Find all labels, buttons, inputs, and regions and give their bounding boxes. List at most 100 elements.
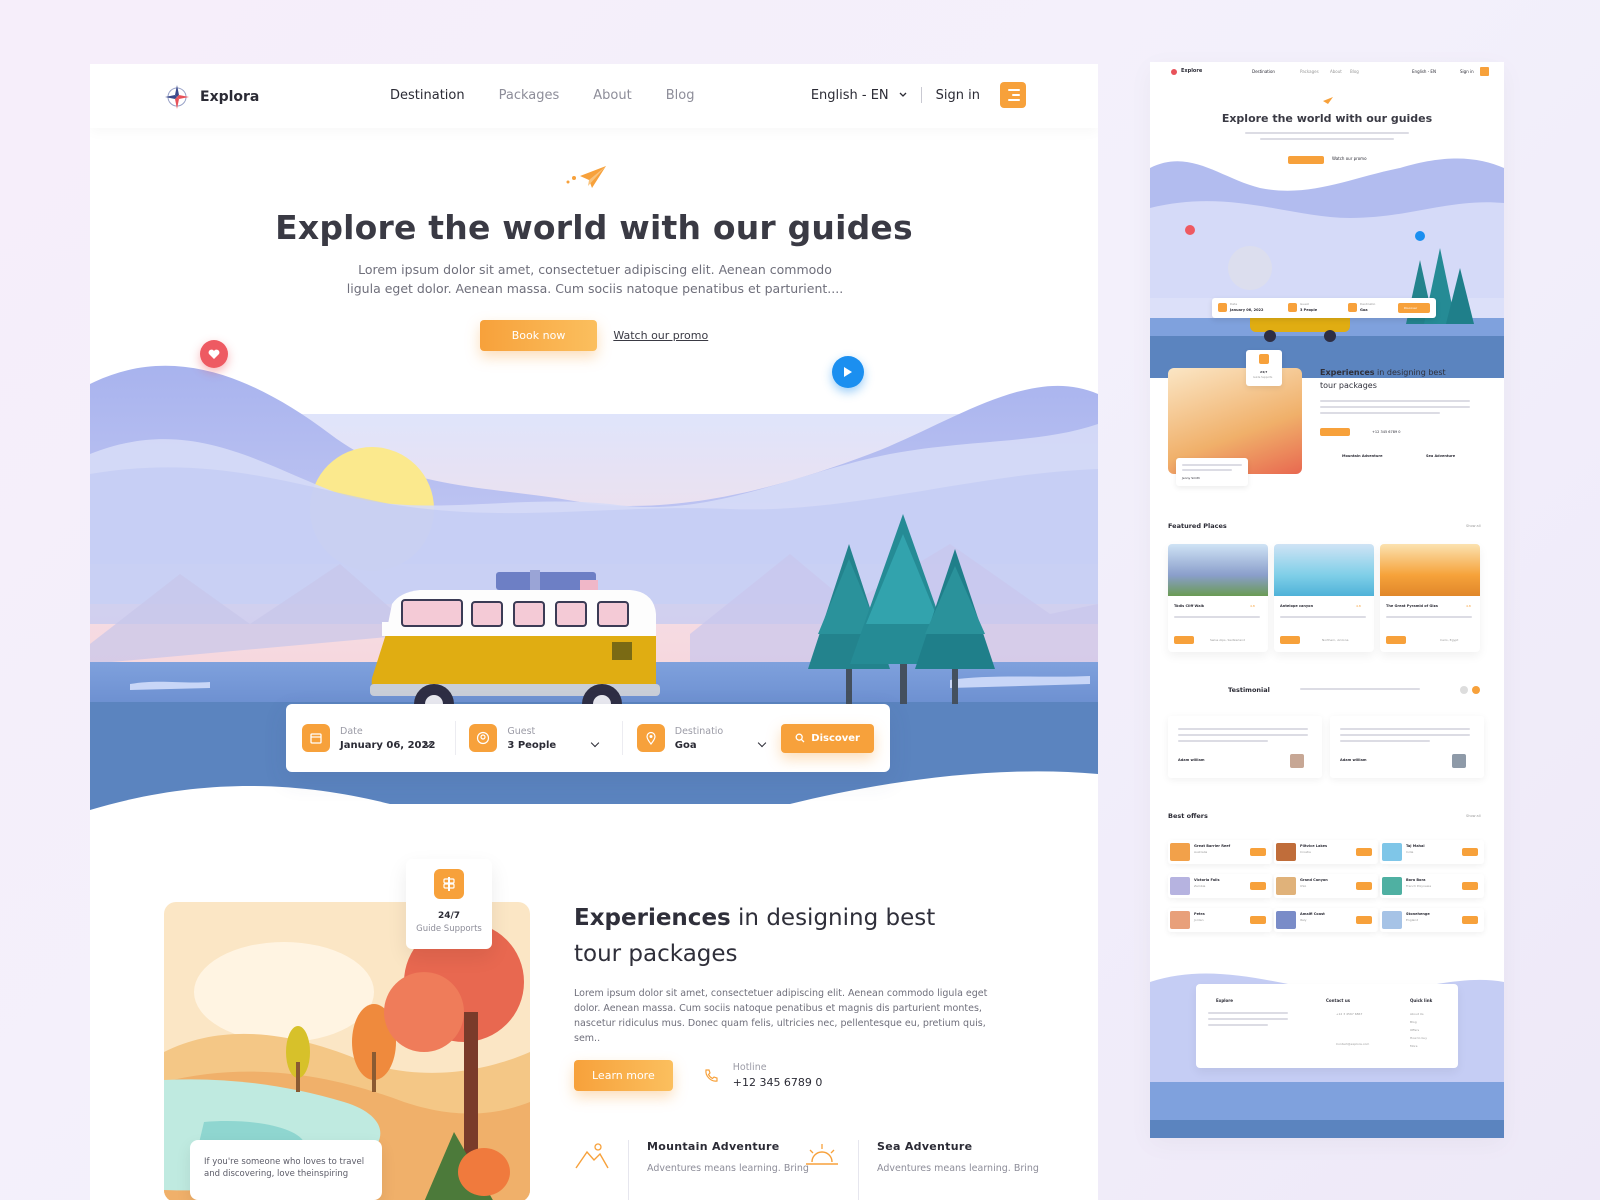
hamburger-menu-button[interactable] xyxy=(1000,82,1026,108)
full-page-preview: Explore Destination Packages About Blog … xyxy=(1150,62,1504,1138)
preview-featured-show-all[interactable]: Show all xyxy=(1466,524,1481,528)
preview-signin[interactable]: Sign in xyxy=(1460,69,1474,74)
preview-text-line xyxy=(1340,728,1470,730)
prev-arrow-button[interactable] xyxy=(1460,686,1468,694)
offer-details-button[interactable] xyxy=(1356,848,1372,856)
quote-card: If you're someone who loves to travel an… xyxy=(190,1140,382,1200)
nav-blog[interactable]: Blog xyxy=(666,88,695,103)
offer-details-button[interactable] xyxy=(1462,916,1478,924)
place-card[interactable]: Tödis Cliff Walk 4.8 Swiss Alps, Switzer… xyxy=(1168,544,1268,652)
offer-name: Taj Mahal xyxy=(1406,844,1425,848)
offer-item[interactable]: Stonehenge England xyxy=(1380,908,1484,932)
signin-link[interactable]: Sign in xyxy=(936,88,980,103)
quote-text: If you're someone who loves to travel an… xyxy=(204,1157,365,1179)
mountain-icon xyxy=(575,1143,609,1169)
offer-item[interactable]: Great Barrier Reef Australia xyxy=(1168,840,1272,864)
sea-text: Sea Adventure Adventures means learning.… xyxy=(877,1140,1039,1200)
preview-nav-destination[interactable]: Destination xyxy=(1252,69,1275,74)
preview-exp-bold: Experiences xyxy=(1320,368,1375,377)
footer-link[interactable]: Blog xyxy=(1410,1020,1417,1024)
hotline[interactable]: Hotline +12 345 6789 0 xyxy=(703,1062,822,1089)
preview-nav-about[interactable]: About xyxy=(1330,69,1342,74)
preview-offers-show-all[interactable]: Show all xyxy=(1466,814,1481,818)
footer-link[interactable]: About Us xyxy=(1410,1012,1424,1016)
top-nav: Explora Destination Packages About Blog … xyxy=(90,64,1098,128)
guide-support-card: 24/7 Guide Supports xyxy=(406,859,492,949)
brand-logo[interactable]: Explora xyxy=(164,84,259,110)
footer-link[interactable]: How to buy xyxy=(1410,1036,1427,1040)
offer-details-button[interactable] xyxy=(1250,848,1266,856)
menu-line xyxy=(1008,89,1020,91)
next-arrow-button[interactable] xyxy=(1472,686,1480,694)
play-glyph xyxy=(844,367,852,377)
preview-guest-value[interactable]: 3 People xyxy=(1300,308,1317,312)
preview-menu-button[interactable] xyxy=(1480,67,1489,76)
preview-lang[interactable]: English - EN xyxy=(1412,69,1436,74)
destination-text: Destinatio Goa xyxy=(675,726,724,751)
preview-text-line xyxy=(1340,734,1470,736)
place-image xyxy=(1168,544,1268,596)
offer-item[interactable]: Plitvice Lakes Croatia xyxy=(1274,840,1378,864)
preview-guide-label: Guide Supports xyxy=(1253,376,1273,379)
nav-about[interactable]: About xyxy=(593,88,631,103)
learn-more-button[interactable]: Learn more xyxy=(574,1060,673,1091)
offer-item[interactable]: Taj Mahal India xyxy=(1380,840,1484,864)
place-card[interactable]: The Great Pyramid of Giza 4.8 Cairo, Egy… xyxy=(1380,544,1480,652)
adv-divider xyxy=(628,1140,629,1200)
footer-email[interactable]: Contact@explora.com xyxy=(1336,1042,1369,1046)
offer-location: French Polynesia xyxy=(1406,884,1432,888)
signpost-icon xyxy=(1259,354,1269,364)
footer-link[interactable]: More xyxy=(1410,1044,1417,1048)
preview-text-line xyxy=(1178,734,1308,736)
offer-item[interactable]: Bora Bora French Polynesia xyxy=(1380,874,1484,898)
nav-packages[interactable]: Packages xyxy=(499,88,560,103)
place-card[interactable]: Antelope canyon 4.8 Northern, Arizona xyxy=(1274,544,1374,652)
offer-item[interactable]: Amalfi Coast Italy xyxy=(1274,908,1378,932)
offer-details-button[interactable] xyxy=(1250,882,1266,890)
nav-destination[interactable]: Destination xyxy=(390,88,465,103)
place-rating: 4.8 xyxy=(1466,604,1471,608)
discover-button[interactable]: Discover xyxy=(781,723,874,753)
offer-details-button[interactable] xyxy=(1462,848,1478,856)
paper-plane-icon xyxy=(1323,97,1333,104)
language-select[interactable]: English - EN xyxy=(811,88,907,103)
destination-field[interactable]: Destinatio Goa xyxy=(636,724,776,752)
preview-discover-button[interactable]: Discover xyxy=(1398,303,1430,313)
book-now-button[interactable]: Book now xyxy=(479,320,598,351)
preview-nav-packages[interactable]: Packages xyxy=(1300,69,1319,74)
date-value: January 06, 2022 xyxy=(340,739,436,751)
preview-text-line xyxy=(1340,740,1430,742)
preview-guest-label: Guest xyxy=(1300,302,1309,306)
date-field[interactable]: Date January 06, 2022 xyxy=(302,724,441,752)
preview-text-line xyxy=(1300,688,1420,690)
offer-item[interactable]: Grand Canyon USA xyxy=(1274,874,1378,898)
offer-details-button[interactable] xyxy=(1462,882,1478,890)
offer-item[interactable]: Petra Jordan xyxy=(1168,908,1272,932)
preview-discover-label: Discover xyxy=(1404,306,1418,310)
preview-destination-label: Destinatio xyxy=(1360,302,1376,306)
heart-icon[interactable] xyxy=(200,340,228,368)
preview-sea: Sea Adventure xyxy=(1426,454,1456,458)
preview-date-value[interactable]: January 06, 2022 xyxy=(1230,308,1263,312)
offer-item[interactable]: Victoria Falls Zambia xyxy=(1168,874,1272,898)
offer-details-button[interactable] xyxy=(1356,882,1372,890)
hero-subtitle: Lorem ipsum dolor sit amet, consectetuer… xyxy=(346,262,844,296)
watch-promo-link[interactable]: Watch our promo xyxy=(613,329,708,342)
offer-details-button[interactable] xyxy=(1250,916,1266,924)
details-button[interactable] xyxy=(1280,636,1300,644)
experience-title-bold: Experiences xyxy=(574,905,731,931)
guest-field[interactable]: Guest 3 People xyxy=(469,724,608,752)
footer-link[interactable]: Offers xyxy=(1410,1028,1419,1032)
preview-nav-blog[interactable]: Blog xyxy=(1350,69,1359,74)
offer-location: USA xyxy=(1300,884,1307,888)
brand-name: Explora xyxy=(200,89,260,105)
preview-destination-value[interactable]: Goa xyxy=(1360,308,1368,312)
preview-text-line xyxy=(1208,1018,1288,1020)
offer-details-button[interactable] xyxy=(1356,916,1372,924)
preview-learn-button[interactable] xyxy=(1320,428,1350,436)
search-icon xyxy=(795,733,805,743)
details-button[interactable] xyxy=(1386,636,1406,644)
play-icon[interactable] xyxy=(832,356,864,388)
offer-name: Amalfi Coast xyxy=(1300,912,1325,916)
details-button[interactable] xyxy=(1174,636,1194,644)
